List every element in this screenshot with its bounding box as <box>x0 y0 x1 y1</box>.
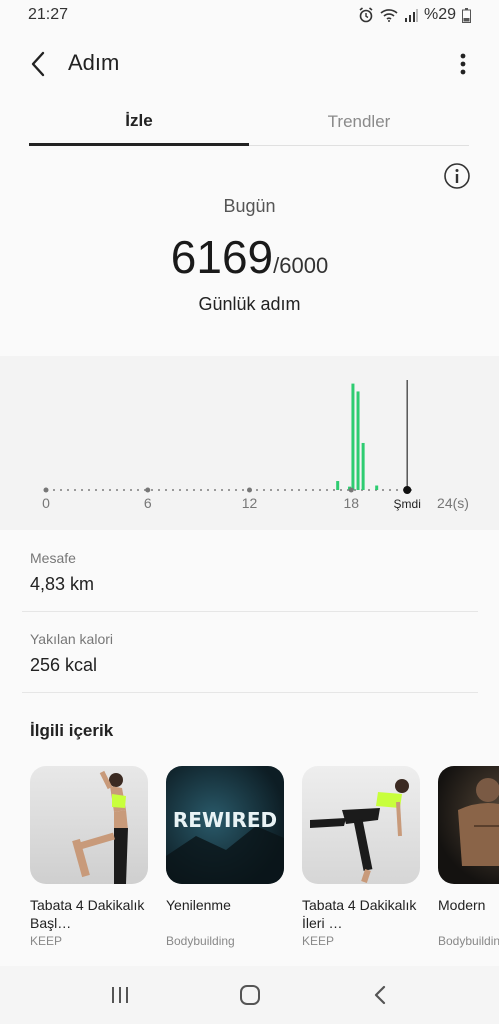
card-subtitle: Bodybuilding <box>438 934 499 948</box>
workout-thumbnail <box>30 766 148 884</box>
divider <box>22 611 478 612</box>
metrics-section: Mesafe 4,83 km Yakılan kalori 256 kcal <box>0 530 499 720</box>
step-summary: Bugün 6169/6000 Günlük adım <box>0 146 499 356</box>
tick-label: 6 <box>144 495 152 511</box>
chart-bar <box>361 442 365 490</box>
card-title: Modern <box>438 897 486 913</box>
battery-icon <box>462 7 471 23</box>
tick-label: Şmdi <box>394 497 421 511</box>
tick-label: 24(s) <box>437 495 469 511</box>
home-icon <box>240 985 260 1005</box>
card-subtitle: Bodybuilding <box>166 934 235 948</box>
calories-label: Yakılan kalori <box>30 631 114 647</box>
wifi-icon <box>380 8 398 22</box>
tick-label: 18 <box>343 495 359 511</box>
chart-svg: 0 6 12 18 Şmdi 24(s) <box>42 380 469 511</box>
status-time: 21:27 <box>28 6 69 23</box>
card-subtitle: KEEP <box>30 934 63 948</box>
nav-back-button[interactable] <box>360 980 400 1010</box>
tick-label: 12 <box>242 495 258 511</box>
tab-trends[interactable]: Trendler <box>249 98 469 146</box>
now-marker <box>403 486 412 494</box>
calories-metric: Yakılan kalori 256 kcal <box>30 631 478 676</box>
related-cards: Tabata 4 Dakikalık Başl… KEEP REWIRED Ye… <box>30 766 499 966</box>
workout-thumbnail <box>438 766 499 884</box>
athlete-image <box>310 779 409 883</box>
alarm-icon <box>358 7 374 23</box>
app-header: Adım <box>0 30 499 98</box>
nav-back-icon <box>374 985 386 1005</box>
card-title: Yenilenme <box>166 897 231 913</box>
chart-bar <box>356 391 360 490</box>
bodybuilder-image <box>458 778 499 866</box>
card-title: Tabata 4 Dakikalık Başl… <box>30 897 145 931</box>
chart-bar <box>336 481 340 490</box>
workout-thumbnail <box>302 766 420 884</box>
steps-count: 6169/6000 <box>0 230 499 284</box>
tick-dot <box>43 487 49 493</box>
related-card[interactable]: Modern Bodybuilding <box>438 766 499 948</box>
distance-value: 4,83 km <box>30 574 95 594</box>
chart-bar <box>351 383 355 490</box>
system-nav-bar <box>0 966 499 1024</box>
home-button[interactable] <box>230 980 270 1010</box>
daily-steps-label: Günlük adım <box>198 294 301 314</box>
related-content-section: İlgili içerik Tabata 4 Dakikalık Başl… K… <box>0 700 499 966</box>
tick-dot <box>247 487 252 493</box>
tab-watch[interactable]: İzle <box>29 98 249 146</box>
tick-label: 0 <box>42 495 50 511</box>
status-bar: 21:27 %29 <box>0 0 499 30</box>
tab-bar: İzle Trendler <box>0 98 499 146</box>
related-card[interactable]: REWIRED Yenilenme Bodybuilding <box>166 766 284 948</box>
distance-metric: Mesafe 4,83 km <box>30 550 478 595</box>
related-card[interactable]: Tabata 4 Dakikalık Başl… KEEP <box>30 766 148 948</box>
info-icon <box>444 163 470 189</box>
page-title: Adım <box>68 50 120 75</box>
hourly-steps-chart[interactable]: 0 6 12 18 Şmdi 24(s) <box>0 356 499 530</box>
tick-dot <box>145 487 151 493</box>
steps-goal: /6000 <box>273 253 329 278</box>
recent-apps-icon <box>112 987 128 1003</box>
back-arrow-icon <box>31 51 45 77</box>
today-label: Bugün <box>223 196 276 216</box>
divider <box>22 692 478 693</box>
more-vert-icon <box>460 53 466 75</box>
card-title: Tabata 4 Dakikalık İleri … <box>302 897 417 931</box>
athlete-image <box>72 770 128 884</box>
card-subtitle: KEEP <box>302 934 335 948</box>
calories-value: 256 kcal <box>30 655 98 675</box>
recent-apps-button[interactable] <box>100 980 140 1010</box>
related-title: İlgili içerik <box>30 721 114 740</box>
back-button[interactable] <box>22 48 54 80</box>
distance-label: Mesafe <box>30 550 76 566</box>
info-button[interactable] <box>443 162 471 190</box>
signal-icon <box>404 8 418 22</box>
more-options-button[interactable] <box>451 48 475 80</box>
related-card[interactable]: Tabata 4 Dakikalık İleri … KEEP <box>302 766 420 948</box>
workout-thumbnail: REWIRED <box>166 766 284 884</box>
chart-bar <box>375 485 379 490</box>
battery-percent: %29 <box>423 6 456 23</box>
rewired-badge: REWIRED <box>172 808 278 832</box>
status-icons: %29 <box>358 6 471 24</box>
steps-value: 6169 <box>170 231 274 283</box>
tick-dot <box>348 487 354 493</box>
